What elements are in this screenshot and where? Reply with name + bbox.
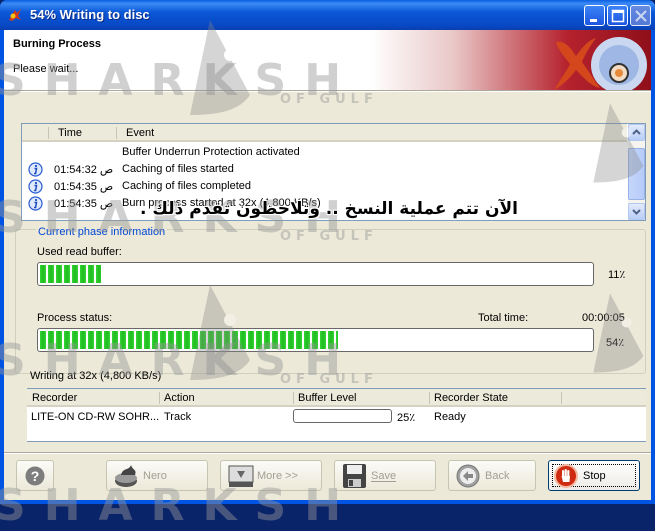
column-header-time[interactable]: Time xyxy=(58,127,82,139)
process-progress xyxy=(37,328,594,352)
column-header-recorder-state[interactable]: Recorder State xyxy=(434,392,508,404)
column-separator xyxy=(561,392,562,404)
minimize-icon xyxy=(590,19,597,22)
maximize-button[interactable] xyxy=(607,5,628,26)
maximize-icon xyxy=(611,9,625,23)
process-percent: 54٪ xyxy=(606,337,625,349)
log-row[interactable]: 01:54:35 ص Caching of files completed xyxy=(22,179,627,195)
help-icon: ? xyxy=(25,466,45,486)
save-button[interactable]: Save xyxy=(334,460,436,491)
nero-x-logo xyxy=(554,38,600,90)
dialog-client-area: Burning Process Please wait... Time Even… xyxy=(4,30,651,500)
recorder-state: Ready xyxy=(434,411,466,423)
recorder-buffer-progress xyxy=(293,409,392,423)
log-row[interactable]: 01:54:32 ص Caching of files started xyxy=(22,162,627,178)
used-buffer-percent: 11٪ xyxy=(608,269,626,281)
recorder-action: Track xyxy=(164,411,192,423)
used-buffer-progress xyxy=(37,262,594,286)
log-event: Caching of files completed xyxy=(122,180,252,192)
log-event: Buffer Underrun Protection activated xyxy=(122,146,300,158)
footer-divider xyxy=(4,452,651,454)
info-icon xyxy=(28,196,43,211)
chevron-down-icon xyxy=(632,209,641,215)
column-header-action[interactable]: Action xyxy=(164,392,195,404)
stop-button[interactable]: Stop xyxy=(548,460,640,491)
scroll-down-button[interactable] xyxy=(628,203,645,220)
column-separator xyxy=(293,392,294,404)
nero-burn-icon xyxy=(115,465,137,487)
recorder-header: Recorder Action Buffer Level Recorder St… xyxy=(27,389,646,407)
used-buffer-label: Used read buffer: xyxy=(37,246,122,258)
info-icon xyxy=(28,179,43,194)
more-button[interactable]: More >> xyxy=(220,460,322,491)
used-buffer-fill xyxy=(40,265,101,283)
log-row[interactable]: Buffer Underrun Protection activated xyxy=(22,145,627,161)
nero-button[interactable]: Nero xyxy=(106,460,208,491)
help-button[interactable]: ? xyxy=(16,460,54,491)
column-separator xyxy=(159,392,160,404)
stop-button-label: Stop xyxy=(583,470,606,482)
nero-button-label: Nero xyxy=(143,470,167,482)
log-scrollbar[interactable] xyxy=(628,124,645,220)
column-separator xyxy=(116,127,117,139)
info-icon xyxy=(28,162,43,177)
total-time-value: 00:00:05 xyxy=(582,312,625,324)
floppy-disk-icon xyxy=(343,464,366,488)
stop-hand-icon xyxy=(554,464,578,488)
header-banner: Burning Process Please wait... xyxy=(4,30,651,90)
header-title: Burning Process xyxy=(13,38,102,50)
log-header: Time Event xyxy=(22,124,627,142)
column-header-buffer-level[interactable]: Buffer Level xyxy=(298,392,357,404)
svg-text:?: ? xyxy=(31,468,40,484)
header-divider xyxy=(4,90,651,92)
total-time-label: Total time: xyxy=(478,312,529,324)
burn-window: 54% Writing to disc Burning Process Plea… xyxy=(0,0,655,531)
nero-app-icon xyxy=(9,9,21,21)
close-icon xyxy=(635,10,647,22)
column-header-recorder[interactable]: Recorder xyxy=(32,392,77,404)
arabic-annotation-overlay: الآن تتم عملية النسخ .. وتلاحظون تقدم ذل… xyxy=(140,199,518,219)
log-event: Caching of files started xyxy=(122,163,234,175)
current-phase-label: Current phase information xyxy=(36,226,168,238)
recorder-name: LITE-ON CD-RW SOHR... xyxy=(31,411,160,423)
back-button[interactable]: Back xyxy=(448,460,536,491)
minimize-button[interactable] xyxy=(584,5,605,26)
log-time: 01:54:35 ص xyxy=(54,181,114,193)
process-status-label: Process status: xyxy=(37,312,113,324)
back-arrow-icon xyxy=(456,464,480,488)
window-title: 54% Writing to disc xyxy=(30,7,150,22)
scroll-thumb[interactable] xyxy=(628,148,645,200)
title-bar[interactable]: 54% Writing to disc xyxy=(0,0,655,30)
writing-speed-status: Writing at 32x (4,800 KB/s) xyxy=(30,370,162,382)
column-separator xyxy=(429,392,430,404)
close-button[interactable] xyxy=(630,5,651,26)
more-button-label: More >> xyxy=(257,470,298,482)
chevron-up-icon xyxy=(632,129,641,135)
log-time: 01:54:35 ص xyxy=(54,198,114,210)
scroll-up-button[interactable] xyxy=(628,124,645,141)
more-options-icon xyxy=(228,465,254,487)
header-subtitle: Please wait... xyxy=(13,63,79,75)
log-time: 01:54:32 ص xyxy=(54,164,114,176)
save-button-label: Save xyxy=(371,470,397,482)
column-separator xyxy=(48,127,49,139)
recorder-buffer-percent: 25٪ xyxy=(397,412,416,424)
process-fill xyxy=(40,331,338,349)
back-button-label: Back xyxy=(485,470,510,482)
column-header-event[interactable]: Event xyxy=(126,127,154,139)
